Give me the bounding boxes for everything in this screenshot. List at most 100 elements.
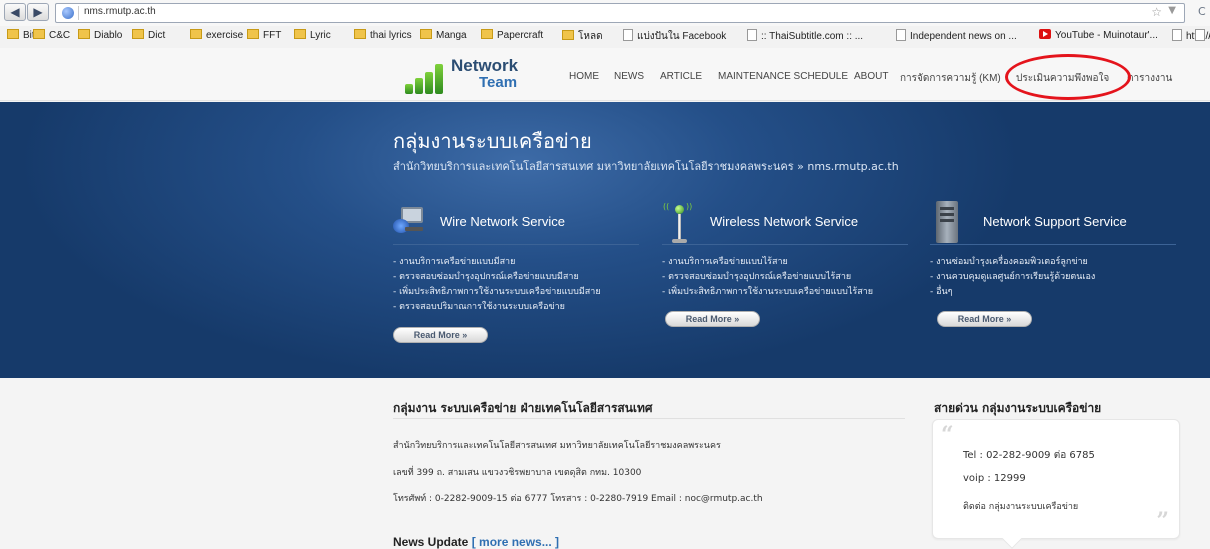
computer-icon	[393, 205, 427, 235]
section-divider	[393, 418, 905, 419]
bookmark-item[interactable]: Papercraft	[481, 29, 543, 41]
browser-chrome: ◀ ▶ nms.rmutp.ac.th ☆ ▼ C Bit C&C Diablo Di…	[0, 0, 1210, 48]
page-icon	[747, 29, 757, 41]
network-team-logo[interactable]: Network Team	[395, 56, 525, 94]
news-update-label: News Update	[393, 535, 469, 549]
bookmark-label: Diablo	[94, 30, 123, 41]
list-item: - งานซ่อมบำรุงเครื่องคอมพิวเตอร์ลูกข่าย	[930, 257, 1088, 267]
nav-news[interactable]: NEWS	[614, 71, 644, 82]
read-more-button-wireless[interactable]: Read More »	[665, 311, 760, 327]
wireless-antenna-icon: (( ))	[662, 200, 696, 244]
bookmark-item[interactable]: exercise	[190, 29, 243, 41]
folder-icon	[294, 29, 306, 39]
service-list-wireless: - งานบริการเครือข่ายแบบไร้สาย - ตรวจสอบซ…	[662, 255, 873, 300]
bookmark-item[interactable]: thai lyrics	[354, 29, 412, 41]
bookmark-label: C&C	[49, 30, 71, 41]
forward-button[interactable]: ▶	[27, 3, 49, 21]
logo-bar	[405, 84, 413, 94]
hotline-tel: Tel : 02-282-9009 ต่อ 6785	[963, 450, 1095, 461]
bookmark-label: โหลด	[578, 31, 603, 42]
folder-icon	[247, 29, 259, 39]
bookmark-item[interactable]: โหลด	[562, 29, 603, 44]
bookmark-label: Manga	[436, 30, 467, 41]
service-title-wire: Wire Network Service	[440, 214, 565, 229]
list-item: - อื่นๆ	[930, 287, 953, 297]
bookmark-item[interactable]: Lyric	[294, 29, 331, 41]
address-bar[interactable]: nms.rmutp.ac.th ☆ ▼	[55, 3, 1185, 23]
folder-icon	[7, 29, 19, 39]
more-news-link[interactable]: [ more news... ]	[472, 535, 559, 549]
bookmark-item[interactable]: Online A	[1195, 29, 1210, 42]
red-annotation-circle	[1005, 54, 1131, 100]
folder-icon	[420, 29, 432, 39]
back-button[interactable]: ◀	[4, 3, 26, 21]
logo-text-team: Team	[479, 74, 518, 91]
list-item: - ตรวจสอบปริมาณการใช้งานระบบเครือข่าย	[393, 302, 565, 312]
bookmark-item[interactable]: YouTube - Muinotaur'...	[1039, 29, 1158, 41]
dropdown-arrow-icon[interactable]: ▼	[1168, 5, 1176, 16]
address-line: เลขที่ 399 ถ. สามเสน แขวงวชิรพยาบาล เขตด…	[393, 468, 642, 478]
hotline-contact: ติดต่อ กลุ่มงานระบบเครือข่าย	[963, 502, 1079, 512]
list-item: - งานควบคุมดูแลศูนย์การเรียนรู้ด้วยตนเอง	[930, 272, 1096, 282]
list-item: - งานบริการเครือข่ายแบบไร้สาย	[662, 257, 788, 267]
bookmark-item[interactable]: Independent news on ...	[896, 29, 1017, 42]
list-item: - ตรวจสอบซ่อมบำรุงอุปกรณ์เครือข่ายแบบไร้…	[662, 272, 852, 282]
nav-schedule[interactable]: ตารางงาน	[1127, 71, 1172, 86]
read-more-button-support[interactable]: Read More »	[937, 311, 1032, 327]
service-title-wireless: Wireless Network Service	[710, 214, 859, 229]
read-more-button-wire[interactable]: Read More »	[393, 327, 488, 343]
bookmark-label: Lyric	[310, 30, 331, 41]
hotline-quote-box: “ Tel : 02-282-9009 ต่อ 6785 voip : 1299…	[932, 419, 1180, 549]
bookmark-star-icon[interactable]: ☆	[1151, 5, 1162, 19]
address-separator	[78, 6, 79, 20]
bookmark-item[interactable]: :: ThaiSubtitle.com :: ...	[747, 29, 863, 42]
nav-maintenance-schedule[interactable]: MAINTENANCE SCHEDULE	[718, 71, 848, 82]
bookmark-item[interactable]: C&C	[33, 29, 70, 41]
quote-tail	[1002, 529, 1022, 549]
bookmark-label: แบ่งปันใน Facebook	[637, 31, 727, 42]
folder-icon	[354, 29, 366, 39]
logo-bar	[435, 64, 443, 94]
page-icon	[623, 29, 633, 41]
folder-icon	[562, 30, 574, 40]
service-list-wire: - งานบริการเครือข่ายแบบมีสาย - ตรวจสอบซ่…	[393, 255, 601, 315]
list-item: - งานบริการเครือข่ายแบบมีสาย	[393, 257, 516, 267]
nav-article[interactable]: ARTICLE	[660, 71, 702, 82]
hotline-heading: สายด่วน กลุ่มงานระบบเครือข่าย	[934, 401, 1102, 415]
news-update-heading: News Update [ more news... ]	[393, 535, 559, 549]
list-item: - เพิ่มประสิทธิภาพการใช้งานระบบเครือข่าย…	[662, 287, 874, 297]
bookmark-label: :: ThaiSubtitle.com :: ...	[761, 31, 864, 42]
bookmark-label: Papercraft	[497, 30, 544, 41]
page-icon	[1172, 29, 1182, 41]
service-list-support: - งานซ่อมบำรุงเครื่องคอมพิวเตอร์ลูกข่าย …	[930, 255, 1095, 300]
service-divider	[662, 244, 908, 245]
logo-bar	[415, 78, 423, 94]
folder-icon	[78, 29, 90, 39]
bookmark-item[interactable]: แบ่งปันใน Facebook	[623, 29, 726, 44]
logo-text-network: Network	[451, 56, 519, 75]
server-tower-icon	[934, 201, 960, 243]
site-globe-icon	[62, 7, 74, 19]
nav-about[interactable]: ABOUT	[854, 71, 888, 82]
bookmark-label: exercise	[206, 30, 244, 41]
bookmark-item[interactable]: Bit	[7, 29, 35, 41]
logo-bar	[425, 72, 433, 94]
nav-home[interactable]: HOME	[569, 71, 599, 82]
hero-title: กลุ่มงานระบบเครือข่าย	[393, 129, 592, 153]
bookmark-item[interactable]: Dict	[132, 29, 165, 41]
service-divider	[930, 244, 1176, 245]
hero-banner	[0, 102, 1210, 378]
url-text[interactable]: nms.rmutp.ac.th	[84, 6, 156, 17]
folder-icon	[33, 29, 45, 39]
reload-icon[interactable]: C	[1198, 5, 1206, 18]
bookmark-item[interactable]: Diablo	[78, 29, 122, 41]
browser-toolbar: ◀ ▶ nms.rmutp.ac.th ☆ ▼ C	[0, 0, 1210, 26]
bookmark-item[interactable]: Manga	[420, 29, 467, 41]
bookmark-item[interactable]: FFT	[247, 29, 281, 41]
youtube-icon	[1039, 29, 1051, 39]
bookmark-label: Independent news on ...	[910, 31, 1017, 42]
page-icon	[1195, 29, 1205, 41]
nav-km[interactable]: การจัดการความรู้ (KM)	[900, 71, 1001, 86]
close-quote-icon: ”	[1156, 508, 1169, 534]
section-heading-group: กลุ่มงาน ระบบเครือข่าย ฝ่ายเทคโนโลยีสารส…	[393, 401, 653, 415]
